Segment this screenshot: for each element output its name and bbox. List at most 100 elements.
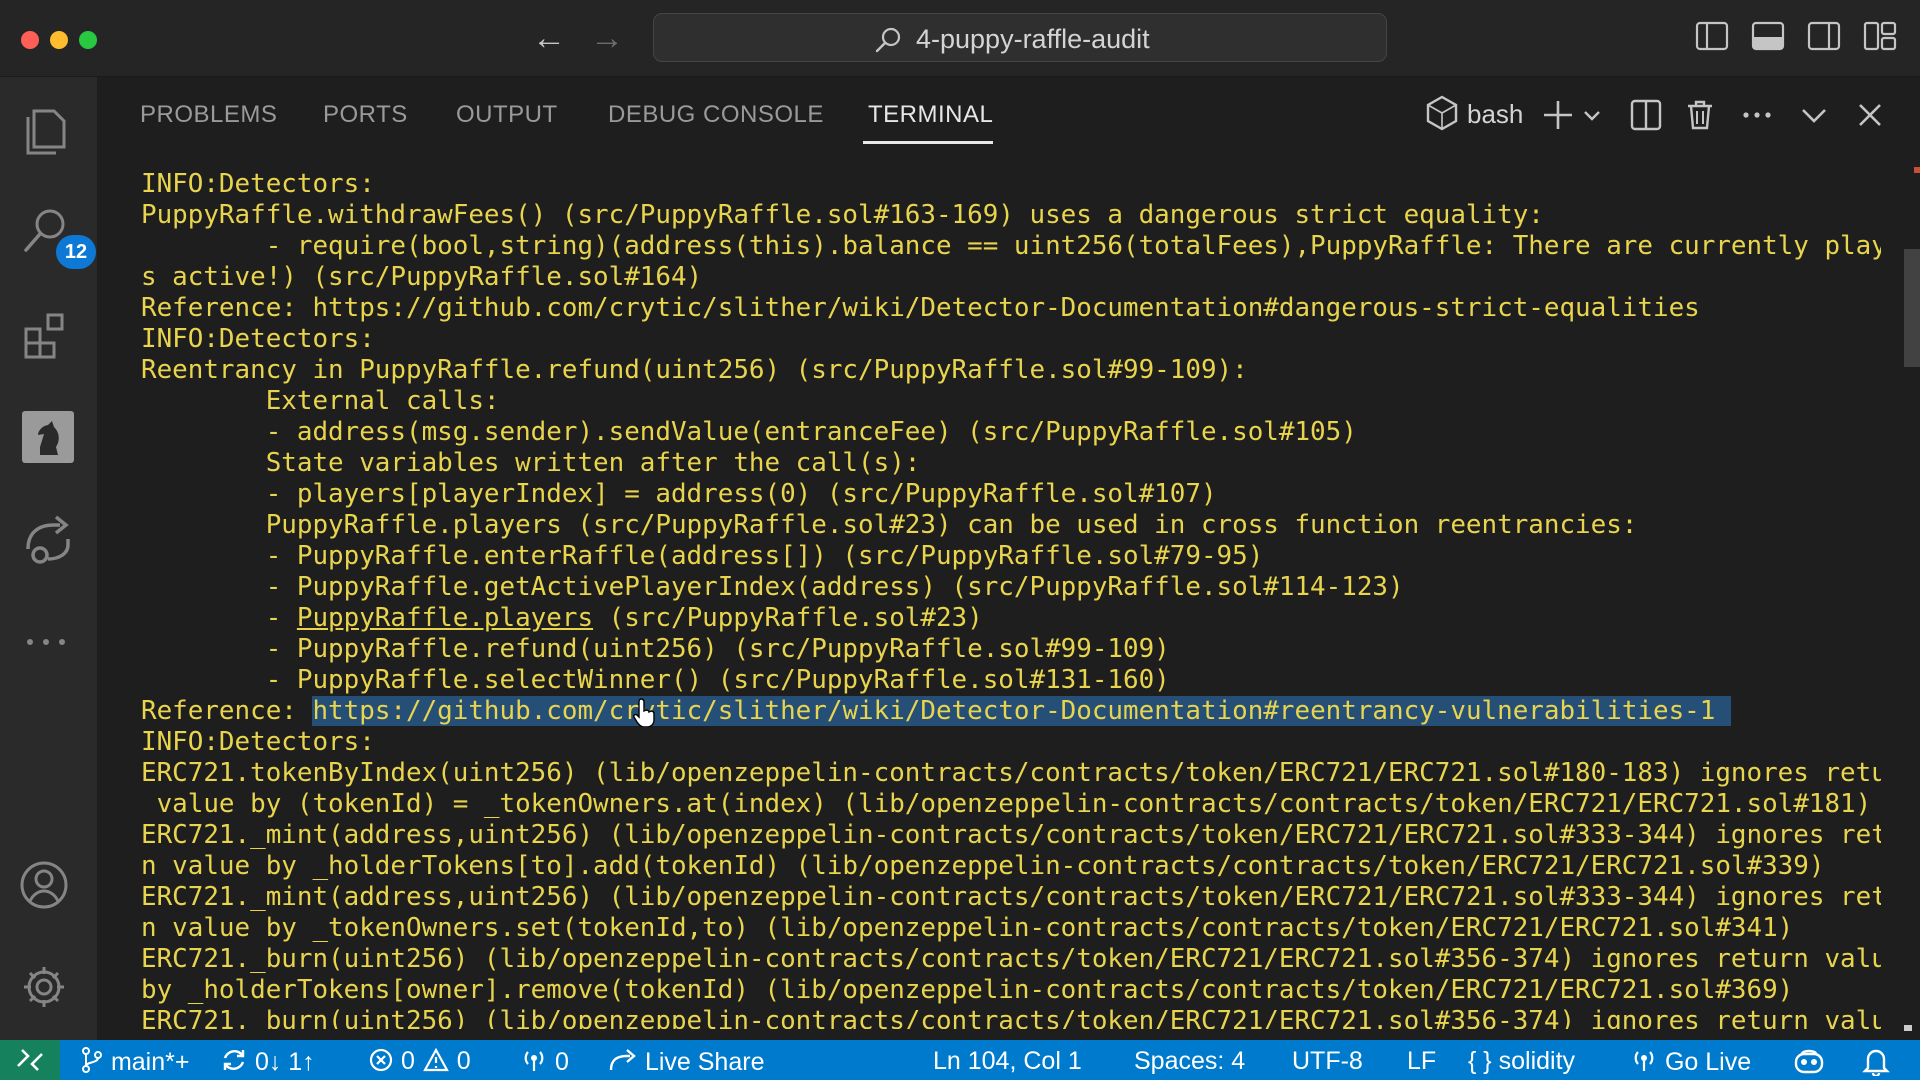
terminal-scrollbar-thumb[interactable]: [1904, 249, 1920, 367]
terminal-line: Reference: https://github.com/crytic/sli…: [141, 696, 1731, 726]
language-name: solidity: [1498, 1047, 1576, 1075]
account-icon[interactable]: [18, 855, 78, 915]
workspace-title: 4-puppy-raffle-audit: [916, 24, 1150, 54]
more-actions-icon[interactable]: [1740, 98, 1774, 132]
maximize-panel-chevron-icon[interactable]: [1797, 98, 1831, 132]
pointer-hand-cursor-icon: [633, 698, 655, 727]
status-bar: main*+ 0↓ 1↑ 0 0 0 Live Share Ln 104, Co…: [0, 1040, 1920, 1080]
end-of-line[interactable]: LF: [1407, 1046, 1436, 1076]
window-zoom-button[interactable]: [79, 31, 97, 49]
sync-counts: 0↓ 1↑: [254, 1048, 315, 1076]
new-terminal-plus-icon[interactable]: [1541, 98, 1575, 132]
scrollbar-bottom-marker: [1904, 1025, 1912, 1031]
terminal-line: PuppyRaffle.withdrawFees() (src/PuppyRaf…: [141, 200, 1544, 230]
terminal-line: External calls:: [141, 386, 500, 416]
toggle-secondary-sidebar-icon[interactable]: [1806, 18, 1842, 54]
window-minimize-button[interactable]: [50, 31, 68, 49]
remote-icon: [17, 1049, 43, 1071]
terminal-line: ERC721._mint(address,uint256) (lib/openz…: [141, 882, 1881, 912]
tab-output[interactable]: OUTPUT: [456, 101, 558, 129]
indentation-setting[interactable]: Spaces: 4: [1134, 1046, 1245, 1076]
cursor-position[interactable]: Ln 104, Col 1: [933, 1046, 1082, 1076]
active-tab-indicator: [863, 141, 993, 144]
terminal-output[interactable]: INFO:Detectors: PuppyRaffle.withdrawFees(…: [141, 169, 1881, 1029]
remote-indicator[interactable]: [0, 1040, 60, 1080]
selected-terminal-link[interactable]: https://github.com/crytic/slither/wiki/D…: [312, 696, 1731, 726]
tab-debug-console[interactable]: DEBUG CONSOLE: [608, 101, 824, 129]
sync-icon: [223, 1050, 245, 1070]
terminal-line: - address(msg.sender).sendValue(entrance…: [141, 417, 1357, 447]
settings-gear-icon[interactable]: [18, 957, 78, 1017]
terminal-line: - PuppyRaffle.enterRaffle(address[]) (sr…: [141, 541, 1264, 571]
error-count: 0: [400, 1047, 415, 1075]
panel-tab-bar: PROBLEMS PORTS OUTPUT DEBUG CONSOLE TERM…: [97, 77, 1920, 147]
terminal-line: n value by _holderTokens[to].add(tokenId…: [141, 851, 1825, 881]
tab-problems[interactable]: PROBLEMS: [140, 101, 277, 129]
search-icon: [875, 27, 901, 53]
warning-count: 0: [456, 1047, 471, 1075]
terminal-line: n value by _tokenOwners.set(tokenId,to) …: [141, 913, 1794, 943]
tab-terminal[interactable]: TERMINAL: [868, 101, 993, 129]
chess-knight-icon[interactable]: [18, 407, 78, 467]
toggle-panel-icon[interactable]: [1750, 18, 1786, 54]
close-panel-icon[interactable]: [1853, 98, 1887, 132]
title-bar: ← → 4-puppy-raffle-audit: [0, 0, 1920, 77]
error-icon: [369, 1048, 393, 1072]
terminal-line: - PuppyRaffle.players (src/PuppyRaffle.s…: [141, 603, 983, 633]
braces-icon: { }: [1468, 1047, 1492, 1075]
live-share-status[interactable]: Live Share: [608, 1046, 764, 1077]
forward-arrow-icon[interactable]: →: [590, 16, 624, 60]
terminal-line: Reentrancy in PuppyRaffle.refund(uint256…: [141, 355, 1248, 385]
terminal-line: INFO:Detectors:: [141, 169, 375, 199]
terminal-shell-selector[interactable]: bash: [1425, 95, 1525, 135]
go-live-label: Go Live: [1664, 1048, 1752, 1076]
terminal-line: by _holderTokens[owner].remove(tokenId) …: [141, 975, 1794, 1005]
terminal-line: - require(bool,string)(address(this).bal…: [141, 231, 1881, 261]
terminal-shell-icon: [1426, 95, 1458, 131]
live-share-icon: [609, 1049, 636, 1071]
terminal-line: ERC721.tokenByIndex(uint256) (lib/openze…: [141, 758, 1881, 788]
go-live-button[interactable]: Go Live: [1630, 1046, 1751, 1077]
branch-name: main*+: [110, 1048, 190, 1076]
shell-name: bash: [1467, 99, 1524, 129]
activity-bar: 12: [0, 77, 97, 1040]
layout-controls: [1694, 18, 1898, 58]
terminal-line: ERC721._mint(address,uint256) (lib/openz…: [141, 820, 1881, 850]
command-center-search[interactable]: 4-puppy-raffle-audit: [653, 13, 1387, 62]
extensions-icon[interactable]: [18, 305, 78, 365]
terminal-line: s active!) (src/PuppyRaffle.sol#164): [141, 262, 703, 292]
more-icon[interactable]: [18, 612, 78, 672]
file-encoding[interactable]: UTF-8: [1292, 1046, 1363, 1076]
chevron-down-icon[interactable]: [1581, 105, 1603, 127]
terminal-line: Reference: https://github.com/crytic/sli…: [141, 293, 1700, 323]
terminal-line: value by (tokenId) = _tokenOwners.at(ind…: [141, 789, 1872, 819]
terminal-line: ERC721._burn(uint256) (lib/openzeppelin-…: [141, 944, 1881, 974]
warning-icon: [422, 1047, 449, 1072]
split-terminal-icon[interactable]: [1629, 98, 1663, 132]
terminal-line-suffix: (src/PuppyRaffle.sol#23): [593, 603, 983, 633]
terminal-line: INFO:Detectors:: [141, 727, 375, 757]
bottom-panel: PROBLEMS PORTS OUTPUT DEBUG CONSOLE TERM…: [97, 77, 1920, 1040]
branch-status[interactable]: main*+: [80, 1046, 189, 1077]
explorer-icon[interactable]: [18, 97, 78, 157]
hovered-terminal-link[interactable]: PuppyRaffle.players: [297, 603, 593, 633]
notifications-bell-icon[interactable]: [1862, 1046, 1890, 1079]
sync-status[interactable]: 0↓ 1↑: [220, 1046, 315, 1077]
terminal-line: - PuppyRaffle.refund(uint256) (src/Puppy…: [141, 634, 1170, 664]
back-arrow-icon[interactable]: ←: [532, 16, 566, 60]
terminal-line: ERC721._burn(uint256) (lib/openzeppelin-…: [141, 1006, 1881, 1029]
search-icon[interactable]: 12: [18, 202, 96, 269]
trash-icon[interactable]: [1683, 98, 1717, 132]
live-share-icon[interactable]: [18, 509, 78, 569]
window-close-button[interactable]: [21, 31, 39, 49]
tab-ports[interactable]: PORTS: [323, 101, 408, 129]
toggle-primary-sidebar-icon[interactable]: [1694, 18, 1730, 54]
problems-status[interactable]: 0 0: [368, 1046, 471, 1076]
terminal-line: PuppyRaffle.players (src/PuppyRaffle.sol…: [141, 510, 1638, 540]
terminal-line: - PuppyRaffle.getActivePlayerIndex(addre…: [141, 572, 1404, 602]
customize-layout-icon[interactable]: [1862, 18, 1898, 54]
scrollbar-marker: [1914, 167, 1920, 173]
language-mode[interactable]: { } solidity: [1468, 1046, 1575, 1076]
copilot-icon[interactable]: [1792, 1046, 1826, 1079]
ports-status[interactable]: 0: [520, 1046, 569, 1077]
